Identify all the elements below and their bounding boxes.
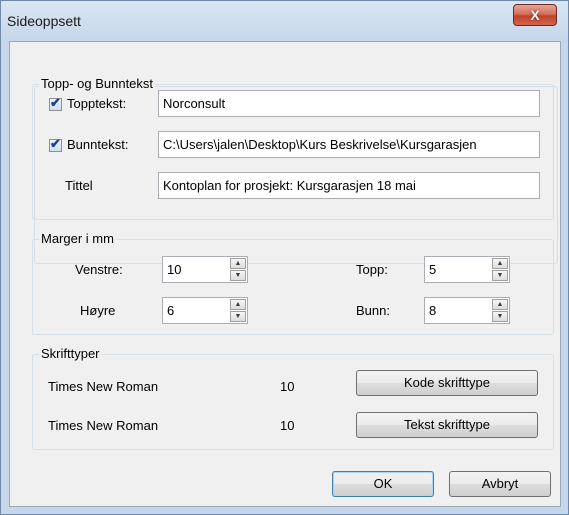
- header-text-input[interactable]: Norconsult: [158, 90, 540, 117]
- text-font-name: Times New Roman: [48, 418, 159, 433]
- bottom-margin-label: Bunn:: [356, 303, 390, 318]
- spin-down-icon[interactable]: ▼: [230, 270, 246, 281]
- spin-up-icon[interactable]: ▲: [230, 299, 246, 310]
- spin-down-icon[interactable]: ▼: [492, 270, 508, 281]
- spin-down-icon[interactable]: ▼: [492, 311, 508, 322]
- spin-up-icon[interactable]: ▲: [492, 299, 508, 310]
- footer-checkbox[interactable]: ✔: [49, 136, 62, 152]
- checkmark-icon: ✔: [50, 95, 61, 110]
- spin-down-icon[interactable]: ▼: [230, 311, 246, 322]
- header-checkbox[interactable]: ✔: [49, 95, 62, 111]
- left-margin-stepper[interactable]: 10 ▲ ▼: [162, 256, 248, 283]
- spin-up-icon[interactable]: ▲: [230, 258, 246, 269]
- margins-group-label: Marger i mm: [39, 231, 116, 246]
- left-margin-label: Venstre:: [75, 262, 123, 277]
- title-label: Tittel: [65, 178, 93, 193]
- title-bar[interactable]: Sideoppsett X: [1, 1, 568, 41]
- checkmark-icon: ✔: [50, 136, 61, 151]
- bottom-margin-value[interactable]: 8: [429, 298, 436, 323]
- right-margin-stepper[interactable]: 6 ▲ ▼: [162, 297, 248, 324]
- spin-up-icon[interactable]: ▲: [492, 258, 508, 269]
- text-font-size: 10: [280, 418, 295, 433]
- text-font-button[interactable]: Tekst skrifttype: [356, 412, 538, 438]
- code-font-size: 10: [280, 379, 295, 394]
- right-margin-value[interactable]: 6: [167, 298, 174, 323]
- ok-button[interactable]: OK: [332, 471, 434, 497]
- bottom-margin-stepper[interactable]: 8 ▲ ▼: [424, 297, 510, 324]
- cancel-button[interactable]: Avbryt: [449, 471, 551, 497]
- dialog-title: Sideoppsett: [7, 13, 81, 29]
- title-text-input[interactable]: Kontoplan for prosjekt: Kursgarasjen 18 …: [158, 172, 540, 199]
- header-label: Topptekst:: [67, 96, 127, 111]
- right-margin-label: Høyre: [80, 303, 116, 318]
- left-margin-value[interactable]: 10: [167, 257, 181, 282]
- top-margin-value[interactable]: 5: [429, 257, 436, 282]
- footer-label: Bunntekst:: [67, 137, 129, 152]
- code-font-name: Times New Roman: [48, 379, 159, 394]
- fonts-group-label: Skrifttyper: [39, 346, 102, 361]
- top-margin-stepper[interactable]: 5 ▲ ▼: [424, 256, 510, 283]
- close-button[interactable]: X: [513, 4, 557, 26]
- top-margin-label: Topp:: [356, 262, 388, 277]
- header-footer-group-label: Topp- og Bunntekst: [39, 76, 156, 91]
- close-icon: X: [530, 7, 540, 23]
- footer-text-input[interactable]: C:\Users\jalen\Desktop\Kurs Beskrivelse\…: [158, 131, 540, 158]
- code-font-button[interactable]: Kode skrifttype: [356, 370, 538, 396]
